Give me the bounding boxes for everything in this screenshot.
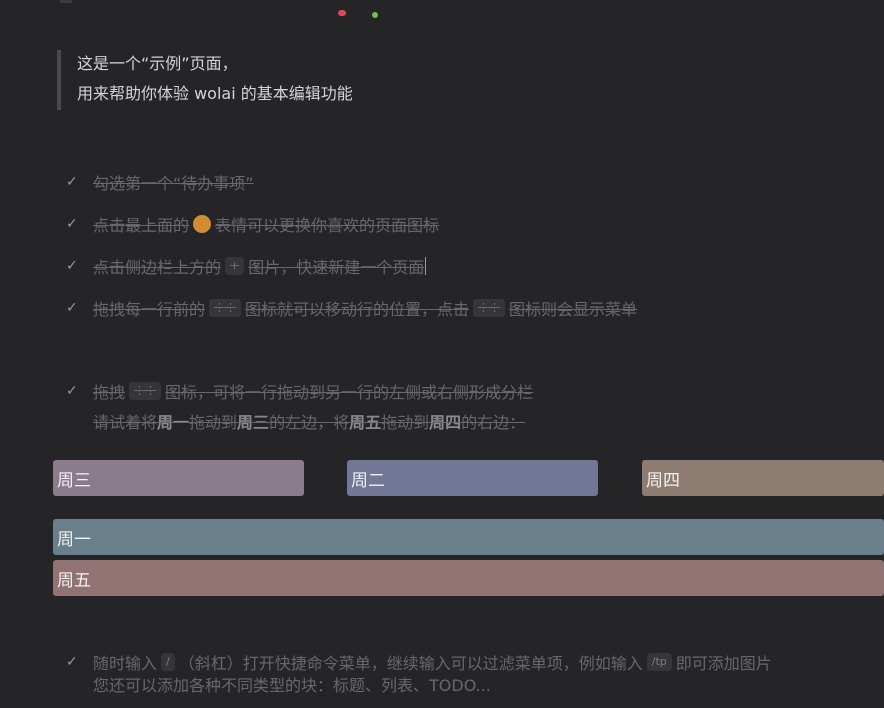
- todo-text-part: 随时输入: [93, 654, 158, 673]
- todo-text-part: 图标，可将一行拖动到另一行的左侧或右侧形成分栏: [165, 383, 534, 402]
- todo-item[interactable]: ✓ 拖拽 ⋮⋮ 图标，可将一行拖动到另一行的左侧或右侧形成分栏: [66, 380, 533, 402]
- subline-bold: 周四: [429, 413, 462, 432]
- todo-text-part: 点击最上面的: [93, 216, 190, 235]
- page-emoji-icon[interactable]: [334, 4, 384, 18]
- todo-text: 拖拽 ⋮⋮ 图标，可将一行拖动到另一行的左侧或右侧形成分栏: [93, 379, 533, 403]
- quote-line-2: 用来帮助你体验 wolai 的基本编辑功能: [77, 84, 353, 103]
- subline-text: 的左边，将: [269, 413, 350, 432]
- subline-bold: 周三: [237, 413, 270, 432]
- checkmark-icon[interactable]: ✓: [66, 175, 80, 189]
- checkmark-icon[interactable]: ✓: [66, 217, 80, 231]
- todo-text: 点击最上面的 表情可以更换你喜欢的页面图标: [93, 212, 439, 236]
- block-monday[interactable]: 周一: [53, 519, 884, 555]
- quote-block[interactable]: 这是一个“示例”页面， 用来帮助你体验 wolai 的基本编辑功能: [57, 50, 353, 110]
- subline-bold: 周五: [349, 413, 382, 432]
- todo-text-part: 表情可以更换你喜欢的页面图标: [215, 216, 440, 235]
- drag-handle-icon: ⋮⋮: [129, 382, 162, 400]
- todo-item[interactable]: ✓ 点击侧边栏上方的 + 图片，快速新建一个页面: [66, 254, 427, 278]
- todo-text-part: 图标则会显示菜单: [509, 300, 638, 319]
- checkmark-icon[interactable]: ✓: [66, 259, 80, 273]
- block-wednesday[interactable]: 周三: [53, 460, 304, 496]
- todo-text: 随时输入 / （斜杠）打开快捷命令菜单，继续输入可以过滤菜单项，例如输入 /tp…: [93, 650, 772, 674]
- todo-text: 点击侧边栏上方的 + 图片，快速新建一个页面: [93, 254, 427, 278]
- todo-row: ✓ 随时输入 / （斜杠）打开快捷命令菜单，继续输入可以过滤菜单项，例如输入 /…: [66, 650, 772, 674]
- block-label: 周三: [57, 470, 91, 491]
- slash-command-chip: /: [161, 653, 175, 671]
- block-label: 周二: [351, 470, 385, 491]
- todo-text-part: （斜杠）打开快捷命令菜单，继续输入可以过滤菜单项，例如输入: [178, 654, 643, 673]
- subline-text: 请试着将: [93, 413, 158, 432]
- plus-icon: +: [225, 257, 245, 275]
- todo-text-part: 拖拽: [93, 383, 126, 402]
- emoji-fragment-green: [372, 12, 378, 18]
- block-tuesday[interactable]: 周二: [347, 460, 598, 496]
- page-icon-remnant: [60, 0, 72, 3]
- todo-text-part: 拖拽每一行前的: [93, 300, 206, 319]
- todo-item[interactable]: ✓ 随时输入 / （斜杠）打开快捷命令菜单，继续输入可以过滤菜单项，例如输入 /…: [66, 650, 772, 698]
- checkmark-icon[interactable]: ✓: [66, 384, 80, 398]
- checkmark-icon[interactable]: ✓: [66, 655, 80, 669]
- block-label: 周五: [57, 570, 91, 591]
- quote-line-1: 这是一个“示例”页面，: [77, 54, 238, 73]
- editor-page: 这是一个“示例”页面， 用来帮助你体验 wolai 的基本编辑功能 ✓ 勾选第一…: [0, 0, 884, 708]
- todo-subline: 请试着将周一拖动到周三的左边，将周五拖动到周四的右边：: [93, 409, 525, 433]
- block-friday[interactable]: 周五: [53, 560, 884, 596]
- text-cursor: [425, 257, 427, 275]
- page-emoji-icon: [193, 215, 212, 233]
- todo-item[interactable]: ✓ 拖拽每一行前的 ⋮⋮ 图标就可以移动行的位置，点击 ⋮⋮ 图标则会显示菜单: [66, 297, 637, 319]
- todo-text: 勾选第一个“待办事项”: [93, 174, 254, 193]
- todo-text-line-2: 您还可以添加各种不同类型的块：标题、列表、TODO...: [93, 676, 491, 695]
- todo-text-part: 图片，快速新建一个页面: [248, 258, 425, 277]
- subline-text: 的右边：: [461, 413, 526, 432]
- block-label: 周一: [57, 529, 91, 550]
- todo-item[interactable]: ✓ 点击最上面的 表情可以更换你喜欢的页面图标: [66, 213, 439, 235]
- block-label: 周四: [646, 470, 680, 491]
- subline-bold: 周一: [157, 413, 190, 432]
- subline-text: 拖动到: [189, 413, 238, 432]
- subline-text: 拖动到: [381, 413, 430, 432]
- emoji-fragment-red: [338, 10, 346, 16]
- block-thursday[interactable]: 周四: [642, 460, 884, 496]
- todo-text-part: 点击侧边栏上方的: [93, 258, 222, 277]
- drag-handle-icon: ⋮⋮: [473, 299, 506, 317]
- drag-handle-icon: ⋮⋮: [209, 299, 242, 317]
- todo-text-part: 即可添加图片: [675, 654, 772, 673]
- todo-text-part: 图标就可以移动行的位置，点击: [245, 300, 470, 319]
- command-tp-chip: /tp: [646, 653, 672, 671]
- todo-item[interactable]: ✓ 勾选第一个“待办事项”: [66, 171, 254, 193]
- todo-text: 拖拽每一行前的 ⋮⋮ 图标就可以移动行的位置，点击 ⋮⋮ 图标则会显示菜单: [93, 296, 637, 320]
- checkmark-icon[interactable]: ✓: [66, 301, 80, 315]
